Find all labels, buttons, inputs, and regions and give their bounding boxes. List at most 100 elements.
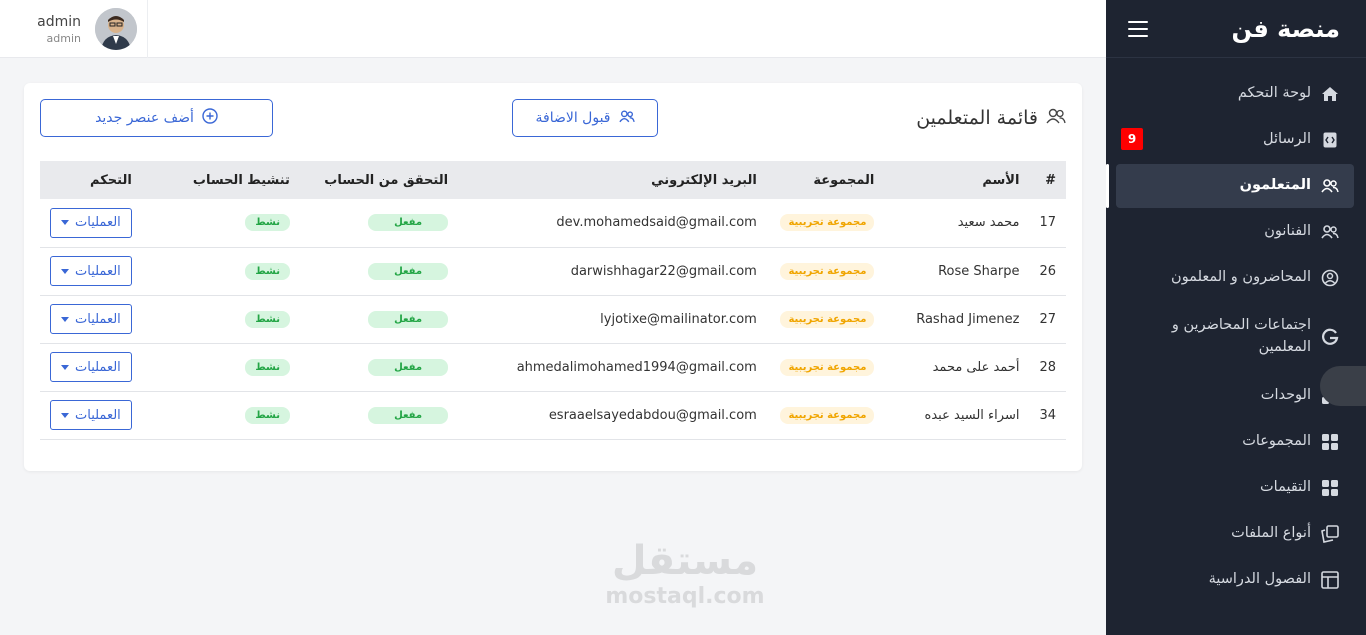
google-icon <box>1321 328 1339 346</box>
sidebar-item-messages[interactable]: الرسائل 9 <box>1116 118 1354 162</box>
sidebar-item-label: الرسائل <box>1262 131 1311 148</box>
verification-badge: مفعل <box>368 310 449 328</box>
sidebar-item-evaluations[interactable]: التقيمات <box>1116 466 1354 510</box>
activation-badge: نشط <box>245 310 290 328</box>
sidebar-header: منصة فن <box>1106 0 1366 58</box>
sidebar-item-artists[interactable]: الفنانون <box>1116 210 1354 254</box>
group-badge: مجموعة تجريبية <box>780 358 875 376</box>
learner-name: Rose Sharpe <box>884 247 1030 296</box>
menu-toggle-icon[interactable] <box>1128 20 1148 37</box>
sidebar-item-lecturers[interactable]: المحاضرون و المعلمون <box>1116 256 1354 300</box>
learner-name: Rashad Jimenez <box>884 295 1030 344</box>
operations-dropdown[interactable]: العمليات <box>50 207 132 238</box>
column-header-activation[interactable]: تنشيط الحساب <box>142 161 300 199</box>
chevron-down-icon <box>61 220 69 226</box>
sidebar-item-file-types[interactable]: أنواع الملفات <box>1116 512 1354 556</box>
users-icon <box>1321 223 1339 241</box>
row-id: 34 <box>1029 391 1066 440</box>
learner-name: اسراء السيد عبده <box>884 391 1030 440</box>
sidebar-item-label: المتعلمون <box>1239 177 1311 194</box>
users-icon <box>618 109 635 127</box>
add-new-item-button[interactable]: أضف عنصر جديد <box>40 99 273 137</box>
sidebar-item-units[interactable]: الوحدات <box>1116 374 1354 418</box>
operations-label: العمليات <box>75 311 121 327</box>
learner-email: darwishhagar22@gmail.com <box>458 247 767 296</box>
verification-badge: مفعل <box>368 262 449 280</box>
sidebar-item-label: اجتماعات المحاضرين و المعلمين <box>1171 317 1311 355</box>
group-badge: مجموعة تجريبية <box>780 310 875 328</box>
grid-icon <box>1321 433 1339 451</box>
page-title: قائمة المتعلمين <box>916 107 1066 129</box>
row-id: 26 <box>1029 247 1066 296</box>
accept-additions-button[interactable]: قبول الاضافة <box>512 99 658 137</box>
watermark-logo: مستقل mostaql.com <box>600 538 770 610</box>
table-row: 17 محمد سعيد مجموعة تجريبية dev.mohameds… <box>40 199 1066 248</box>
group-badge: مجموعة تجريبية <box>780 214 875 232</box>
chevron-down-icon <box>61 316 69 322</box>
learner-name: محمد سعيد <box>884 199 1030 248</box>
column-header-email[interactable]: البريد الإلكتروني <box>458 161 767 199</box>
learner-email: esraaelsayedabdou@gmail.com <box>458 391 767 440</box>
operations-dropdown[interactable]: العمليات <box>50 400 132 430</box>
column-header-name[interactable]: الأسم <box>884 161 1029 199</box>
sidebar-item-learners[interactable]: المتعلمون <box>1106 164 1354 208</box>
chevron-down-icon <box>61 268 69 274</box>
users-icon <box>1321 177 1339 195</box>
row-id: 17 <box>1029 199 1066 248</box>
learners-table: # الأسم المجموعة البريد الإلكتروني التحق… <box>40 161 1066 440</box>
operations-label: العمليات <box>75 215 121 231</box>
learners-card: قائمة المتعلمين قبول الاضافة أضف عنصر جد… <box>24 83 1082 471</box>
chevron-down-icon <box>61 364 69 370</box>
table-row: 28 أحمد على محمد مجموعة تجريبية ahmedali… <box>40 343 1066 392</box>
sidebar-item-label: أنواع الملفات <box>1231 525 1311 542</box>
messages-count-badge: 9 <box>1121 128 1143 150</box>
activation-badge: نشط <box>245 406 290 424</box>
sidebar-scroll-handle[interactable] <box>1320 366 1366 406</box>
watermark-arabic: مستقل <box>611 538 759 584</box>
user-circle-icon <box>1321 269 1339 287</box>
group-badge: مجموعة تجريبية <box>780 406 875 424</box>
home-icon <box>1321 85 1339 103</box>
verification-badge: مفعل <box>368 406 449 424</box>
user-menu[interactable]: admin admin <box>0 0 148 58</box>
table-row: 27 Rashad Jimenez مجموعة تجريبية lyjotix… <box>40 295 1066 344</box>
plus-circle-icon <box>202 108 218 128</box>
column-header-controls: التحكم <box>90 172 132 188</box>
table-row: 26 Rose Sharpe مجموعة تجريبية darwishhag… <box>40 247 1066 296</box>
sidebar-item-meetings[interactable]: اجتماعات المحاضرين و المعلمين <box>1116 302 1354 372</box>
sidebar-item-dashboard[interactable]: لوحة التحكم <box>1116 72 1354 116</box>
operations-dropdown[interactable]: العمليات <box>50 256 132 286</box>
sidebar-item-label: الفنانون <box>1264 223 1311 240</box>
table-row: 34 اسراء السيد عبده مجموعة تجريبية esraa… <box>40 391 1066 440</box>
user-role: admin <box>46 31 81 45</box>
column-header-verification[interactable]: التحقق من الحساب <box>300 161 458 199</box>
user-info: admin admin <box>37 14 81 45</box>
sidebar-item-label: المجموعات <box>1242 433 1311 450</box>
operations-dropdown[interactable]: العمليات <box>50 304 132 334</box>
sidebar-item-groups[interactable]: المجموعات <box>1116 420 1354 464</box>
table-header-row: # الأسم المجموعة البريد الإلكتروني التحق… <box>40 161 1066 199</box>
sidebar-item-label: الفصول الدراسية <box>1208 571 1311 588</box>
top-bar: admin admin <box>0 0 1106 58</box>
sidebar-nav: لوحة التحكم الرسائل 9 المتعلمون الفنانون <box>1106 58 1366 602</box>
verification-badge: مفعل <box>368 358 449 376</box>
page-title-text: قائمة المتعلمين <box>916 107 1038 129</box>
column-header-id[interactable]: # <box>1029 161 1066 199</box>
operations-label: العمليات <box>75 263 121 279</box>
operations-label: العمليات <box>75 359 121 375</box>
sidebar-item-classes[interactable]: الفصول الدراسية <box>1116 558 1354 602</box>
grid-icon <box>1321 479 1339 497</box>
code-file-icon <box>1321 131 1339 149</box>
operations-dropdown[interactable]: العمليات <box>50 352 132 382</box>
layout-icon <box>1321 571 1339 589</box>
files-icon <box>1321 525 1339 543</box>
brand-logo[interactable]: منصة فن <box>1231 15 1340 43</box>
users-icon <box>1046 107 1066 129</box>
group-badge: مجموعة تجريبية <box>780 262 875 280</box>
accept-additions-label: قبول الاضافة <box>535 110 611 126</box>
operations-label: العمليات <box>75 407 121 423</box>
row-id: 28 <box>1029 343 1066 392</box>
sidebar: منصة فن لوحة التحكم الرسائل 9 المتعلمون <box>1106 0 1366 635</box>
column-header-group[interactable]: المجموعة <box>767 161 885 199</box>
avatar[interactable] <box>95 8 137 50</box>
